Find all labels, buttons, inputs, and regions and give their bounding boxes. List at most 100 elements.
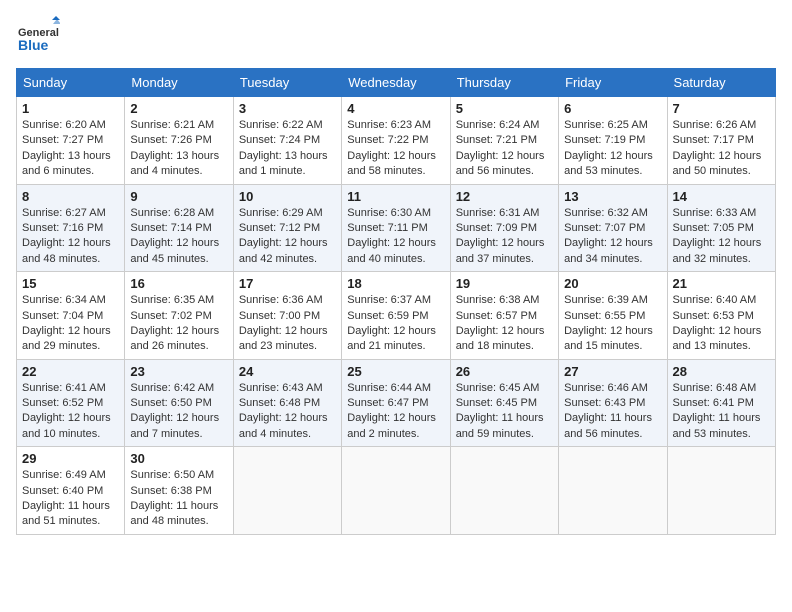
calendar-cell: 29 Sunrise: 6:49 AMSunset: 6:40 PMDaylig… — [17, 447, 125, 535]
day-number: 7 — [673, 101, 770, 116]
day-detail: Sunrise: 6:36 AMSunset: 7:00 PMDaylight:… — [239, 293, 336, 355]
day-number: 16 — [130, 276, 227, 291]
day-number: 12 — [456, 189, 553, 204]
calendar-header-row: SundayMondayTuesdayWednesdayThursdayFrid… — [17, 69, 776, 97]
calendar-header-sunday: Sunday — [17, 69, 125, 97]
day-number: 25 — [347, 364, 444, 379]
day-detail: Sunrise: 6:49 AMSunset: 6:40 PMDaylight:… — [22, 468, 119, 530]
calendar-header-saturday: Saturday — [667, 69, 775, 97]
day-detail: Sunrise: 6:50 AMSunset: 6:38 PMDaylight:… — [130, 468, 227, 530]
day-detail: Sunrise: 6:41 AMSunset: 6:52 PMDaylight:… — [22, 381, 119, 443]
day-detail: Sunrise: 6:42 AMSunset: 6:50 PMDaylight:… — [130, 381, 227, 443]
day-number: 6 — [564, 101, 661, 116]
calendar-body: 1 Sunrise: 6:20 AMSunset: 7:27 PMDayligh… — [17, 97, 776, 535]
day-detail: Sunrise: 6:21 AMSunset: 7:26 PMDaylight:… — [130, 118, 227, 180]
day-number: 2 — [130, 101, 227, 116]
calendar-header-friday: Friday — [559, 69, 667, 97]
calendar-cell: 2 Sunrise: 6:21 AMSunset: 7:26 PMDayligh… — [125, 97, 233, 185]
day-detail: Sunrise: 6:37 AMSunset: 6:59 PMDaylight:… — [347, 293, 444, 355]
day-number: 10 — [239, 189, 336, 204]
calendar-cell: 4 Sunrise: 6:23 AMSunset: 7:22 PMDayligh… — [342, 97, 450, 185]
logo-icon: General Blue — [16, 16, 60, 60]
day-number: 15 — [22, 276, 119, 291]
calendar-header-thursday: Thursday — [450, 69, 558, 97]
calendar-cell: 19 Sunrise: 6:38 AMSunset: 6:57 PMDaylig… — [450, 272, 558, 360]
day-detail: Sunrise: 6:24 AMSunset: 7:21 PMDaylight:… — [456, 118, 553, 180]
calendar-cell: 10 Sunrise: 6:29 AMSunset: 7:12 PMDaylig… — [233, 184, 341, 272]
calendar-cell: 5 Sunrise: 6:24 AMSunset: 7:21 PMDayligh… — [450, 97, 558, 185]
day-number: 14 — [673, 189, 770, 204]
day-detail: Sunrise: 6:40 AMSunset: 6:53 PMDaylight:… — [673, 293, 770, 355]
calendar-cell: 18 Sunrise: 6:37 AMSunset: 6:59 PMDaylig… — [342, 272, 450, 360]
calendar-cell: 21 Sunrise: 6:40 AMSunset: 6:53 PMDaylig… — [667, 272, 775, 360]
calendar-cell: 14 Sunrise: 6:33 AMSunset: 7:05 PMDaylig… — [667, 184, 775, 272]
day-number: 9 — [130, 189, 227, 204]
day-number: 8 — [22, 189, 119, 204]
day-number: 18 — [347, 276, 444, 291]
day-detail: Sunrise: 6:44 AMSunset: 6:47 PMDaylight:… — [347, 381, 444, 443]
calendar-cell: 6 Sunrise: 6:25 AMSunset: 7:19 PMDayligh… — [559, 97, 667, 185]
day-detail: Sunrise: 6:35 AMSunset: 7:02 PMDaylight:… — [130, 293, 227, 355]
day-detail: Sunrise: 6:20 AMSunset: 7:27 PMDaylight:… — [22, 118, 119, 180]
day-number: 20 — [564, 276, 661, 291]
day-number: 23 — [130, 364, 227, 379]
calendar-cell: 30 Sunrise: 6:50 AMSunset: 6:38 PMDaylig… — [125, 447, 233, 535]
calendar-cell — [233, 447, 341, 535]
day-number: 3 — [239, 101, 336, 116]
day-number: 13 — [564, 189, 661, 204]
day-detail: Sunrise: 6:29 AMSunset: 7:12 PMDaylight:… — [239, 206, 336, 268]
calendar-cell — [342, 447, 450, 535]
calendar-header-wednesday: Wednesday — [342, 69, 450, 97]
calendar-header-tuesday: Tuesday — [233, 69, 341, 97]
calendar-row-3: 22 Sunrise: 6:41 AMSunset: 6:52 PMDaylig… — [17, 359, 776, 447]
calendar-cell: 26 Sunrise: 6:45 AMSunset: 6:45 PMDaylig… — [450, 359, 558, 447]
day-detail: Sunrise: 6:30 AMSunset: 7:11 PMDaylight:… — [347, 206, 444, 268]
calendar-cell: 11 Sunrise: 6:30 AMSunset: 7:11 PMDaylig… — [342, 184, 450, 272]
day-number: 21 — [673, 276, 770, 291]
calendar-cell — [450, 447, 558, 535]
day-detail: Sunrise: 6:22 AMSunset: 7:24 PMDaylight:… — [239, 118, 336, 180]
calendar-cell: 8 Sunrise: 6:27 AMSunset: 7:16 PMDayligh… — [17, 184, 125, 272]
day-number: 19 — [456, 276, 553, 291]
calendar-cell: 22 Sunrise: 6:41 AMSunset: 6:52 PMDaylig… — [17, 359, 125, 447]
calendar-row-2: 15 Sunrise: 6:34 AMSunset: 7:04 PMDaylig… — [17, 272, 776, 360]
day-number: 4 — [347, 101, 444, 116]
day-detail: Sunrise: 6:25 AMSunset: 7:19 PMDaylight:… — [564, 118, 661, 180]
day-detail: Sunrise: 6:32 AMSunset: 7:07 PMDaylight:… — [564, 206, 661, 268]
calendar-cell: 3 Sunrise: 6:22 AMSunset: 7:24 PMDayligh… — [233, 97, 341, 185]
calendar-cell: 9 Sunrise: 6:28 AMSunset: 7:14 PMDayligh… — [125, 184, 233, 272]
day-detail: Sunrise: 6:33 AMSunset: 7:05 PMDaylight:… — [673, 206, 770, 268]
day-detail: Sunrise: 6:23 AMSunset: 7:22 PMDaylight:… — [347, 118, 444, 180]
day-number: 27 — [564, 364, 661, 379]
day-number: 5 — [456, 101, 553, 116]
calendar-cell: 7 Sunrise: 6:26 AMSunset: 7:17 PMDayligh… — [667, 97, 775, 185]
day-detail: Sunrise: 6:45 AMSunset: 6:45 PMDaylight:… — [456, 381, 553, 443]
calendar-row-1: 8 Sunrise: 6:27 AMSunset: 7:16 PMDayligh… — [17, 184, 776, 272]
calendar-cell: 24 Sunrise: 6:43 AMSunset: 6:48 PMDaylig… — [233, 359, 341, 447]
calendar-cell: 12 Sunrise: 6:31 AMSunset: 7:09 PMDaylig… — [450, 184, 558, 272]
day-number: 17 — [239, 276, 336, 291]
day-detail: Sunrise: 6:26 AMSunset: 7:17 PMDaylight:… — [673, 118, 770, 180]
calendar-cell: 13 Sunrise: 6:32 AMSunset: 7:07 PMDaylig… — [559, 184, 667, 272]
day-number: 30 — [130, 451, 227, 466]
calendar-cell: 16 Sunrise: 6:35 AMSunset: 7:02 PMDaylig… — [125, 272, 233, 360]
day-detail: Sunrise: 6:27 AMSunset: 7:16 PMDaylight:… — [22, 206, 119, 268]
calendar-cell: 27 Sunrise: 6:46 AMSunset: 6:43 PMDaylig… — [559, 359, 667, 447]
svg-text:Blue: Blue — [18, 37, 49, 53]
day-number: 28 — [673, 364, 770, 379]
day-number: 26 — [456, 364, 553, 379]
day-detail: Sunrise: 6:34 AMSunset: 7:04 PMDaylight:… — [22, 293, 119, 355]
day-number: 24 — [239, 364, 336, 379]
logo: General Blue — [16, 16, 60, 60]
day-detail: Sunrise: 6:48 AMSunset: 6:41 PMDaylight:… — [673, 381, 770, 443]
calendar-cell: 25 Sunrise: 6:44 AMSunset: 6:47 PMDaylig… — [342, 359, 450, 447]
calendar-cell: 23 Sunrise: 6:42 AMSunset: 6:50 PMDaylig… — [125, 359, 233, 447]
calendar-header-monday: Monday — [125, 69, 233, 97]
calendar-cell: 28 Sunrise: 6:48 AMSunset: 6:41 PMDaylig… — [667, 359, 775, 447]
day-number: 1 — [22, 101, 119, 116]
day-number: 11 — [347, 189, 444, 204]
day-detail: Sunrise: 6:28 AMSunset: 7:14 PMDaylight:… — [130, 206, 227, 268]
day-detail: Sunrise: 6:46 AMSunset: 6:43 PMDaylight:… — [564, 381, 661, 443]
calendar: SundayMondayTuesdayWednesdayThursdayFrid… — [16, 68, 776, 535]
day-number: 22 — [22, 364, 119, 379]
